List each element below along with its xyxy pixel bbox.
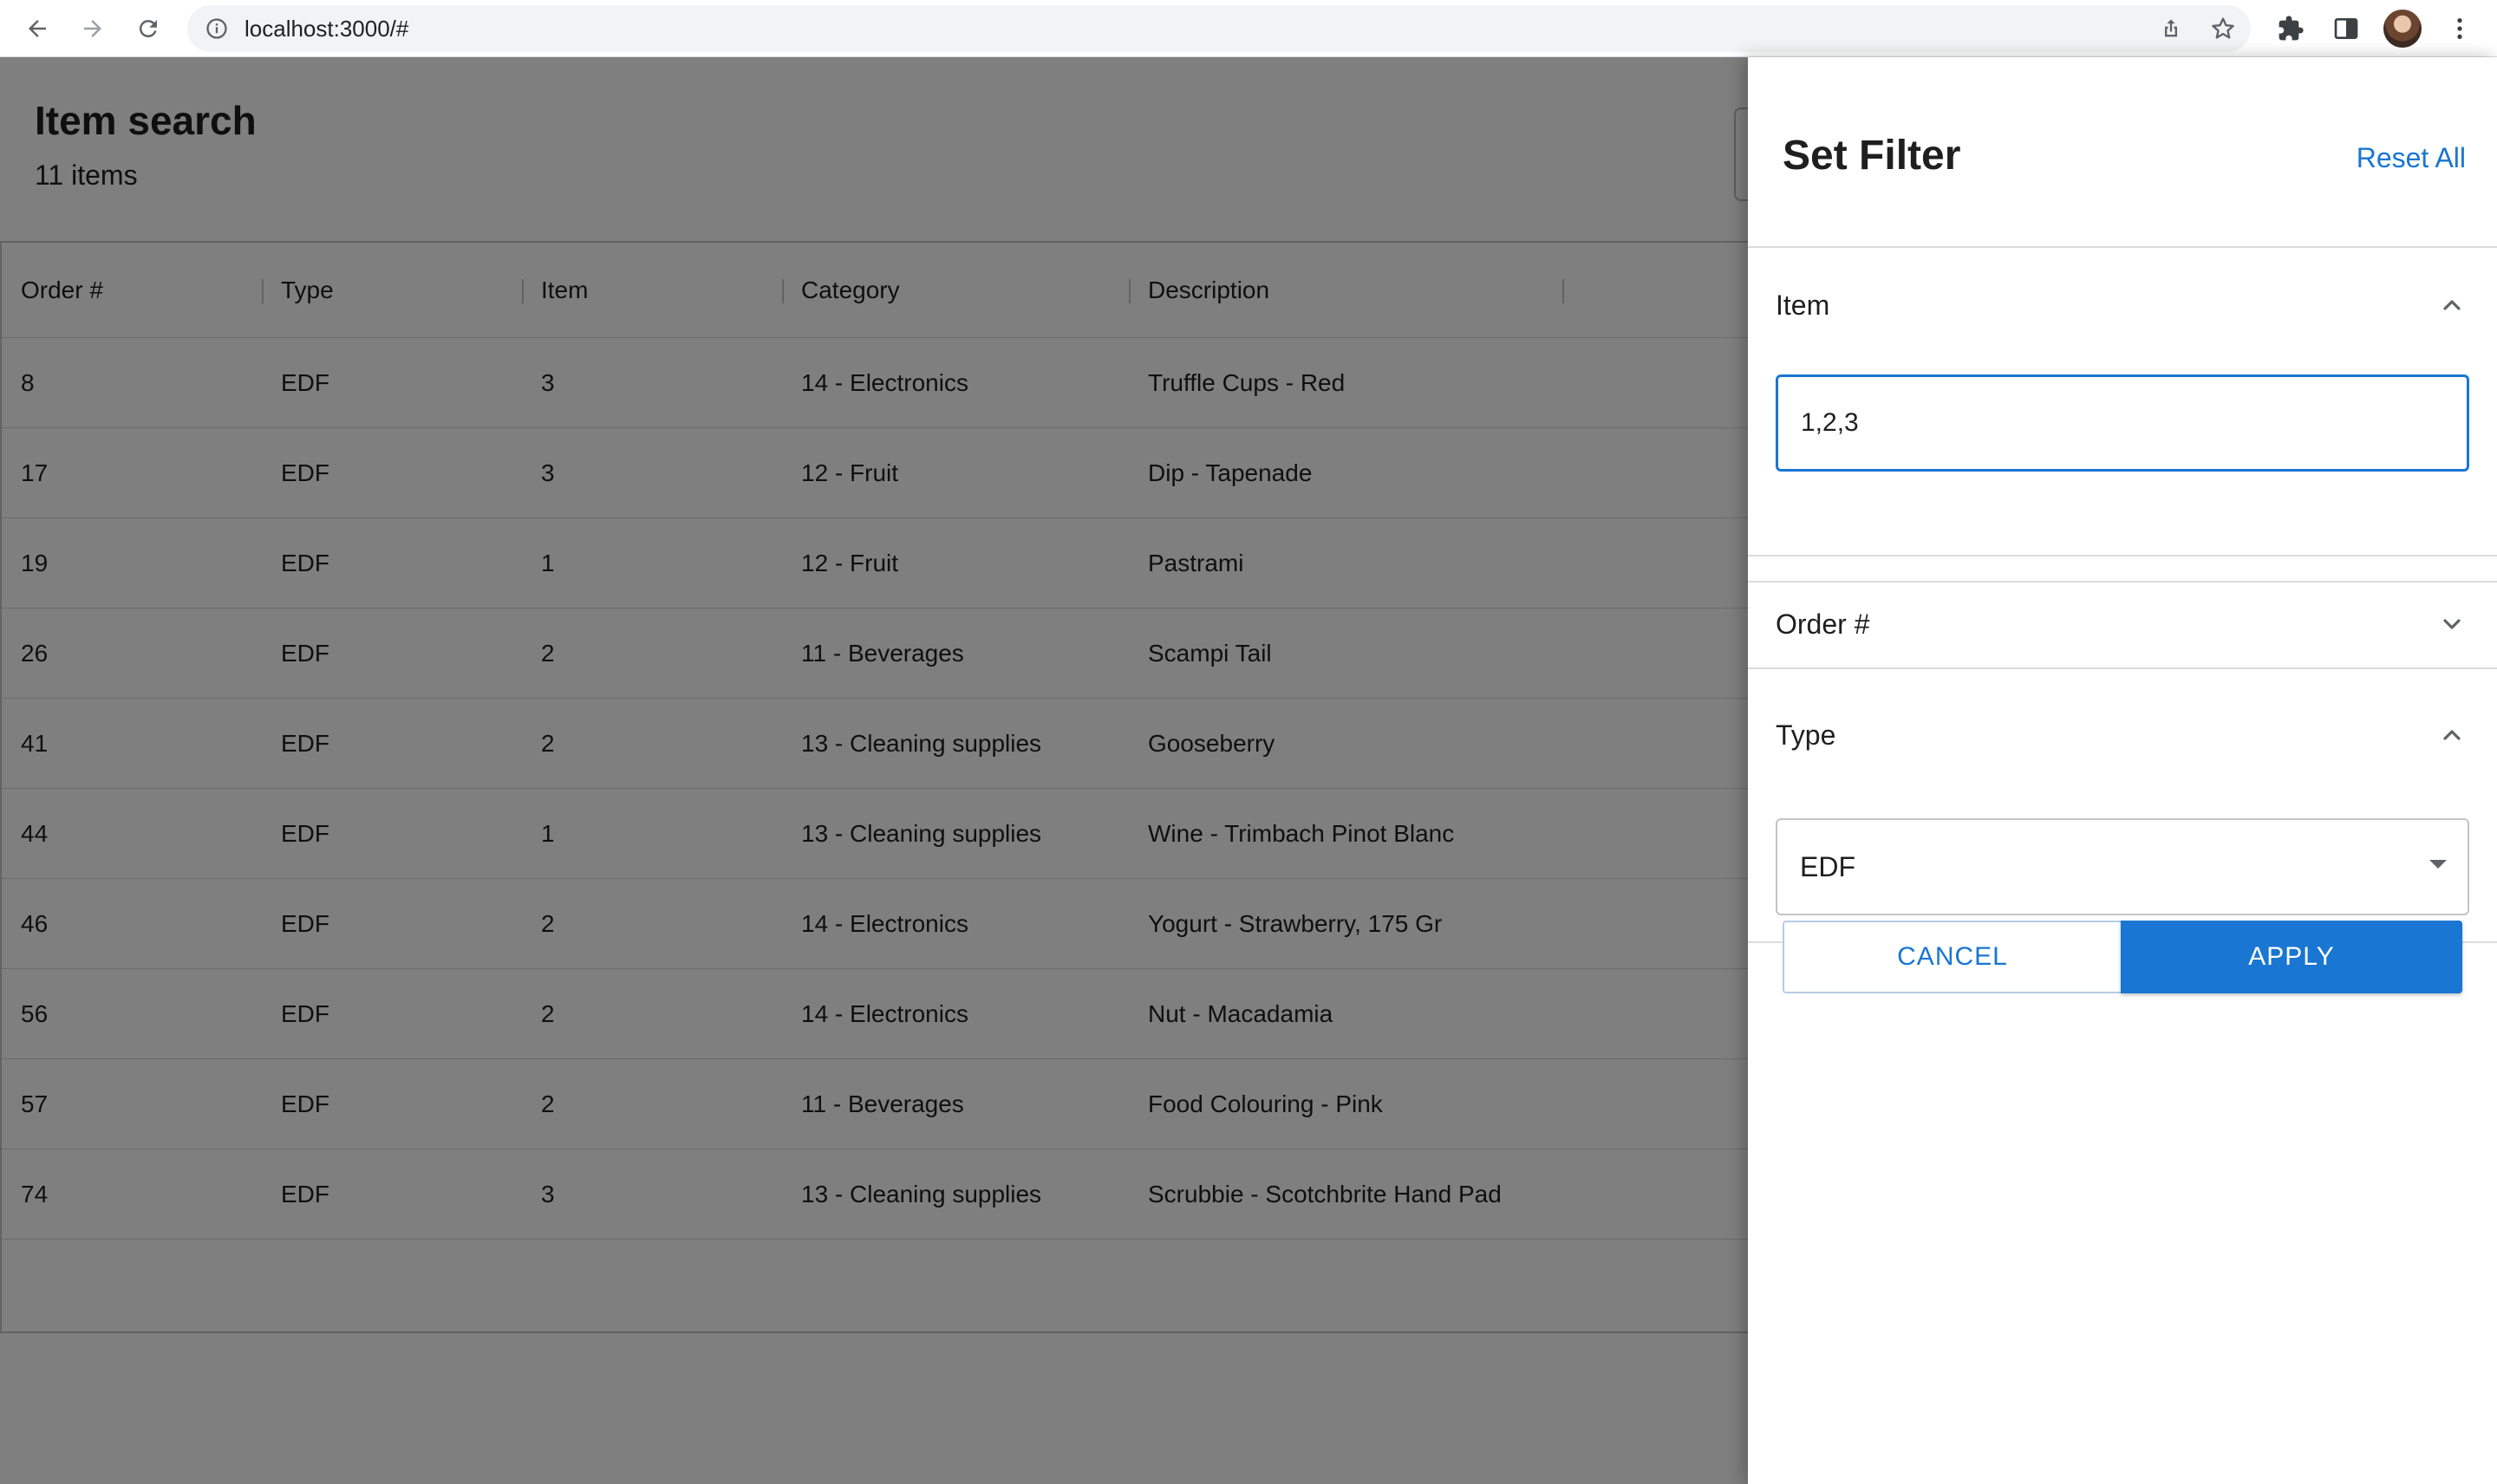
side-panel-icon[interactable] [2330,12,2363,45]
filter-section-item: Item [1748,262,2497,556]
filter-section-type: Type EDF [1748,692,2497,943]
chevron-up-icon [2443,730,2461,740]
divider [1748,246,2497,248]
dropdown-caret-icon [2429,860,2447,869]
info-icon[interactable] [205,16,229,41]
url-text[interactable]: localhost:3000/# [244,5,408,52]
kebab-menu-icon[interactable] [2443,12,2476,45]
forward-arrow-icon[interactable] [73,9,113,49]
filter-section-item-header[interactable]: Item [1748,262,2497,348]
address-bar[interactable]: localhost:3000/# [187,5,2251,52]
filter-section-order: Order # [1748,581,2497,669]
filter-section-type-header[interactable]: Type [1748,692,2497,778]
reset-all-link[interactable]: Reset All [2357,142,2466,174]
filter-section-label: Item [1776,290,1830,321]
cancel-button[interactable]: CANCEL [1783,921,2122,993]
back-arrow-icon[interactable] [17,9,57,49]
chevron-down-icon [2443,619,2461,629]
share-icon[interactable] [2159,16,2183,41]
puzzle-icon[interactable] [2274,12,2307,45]
avatar[interactable] [2383,10,2422,48]
item-filter-input[interactable] [1776,374,2469,472]
modal-backdrop[interactable] [0,57,1748,1484]
drawer-title: Set Filter [1783,133,1961,179]
filter-section-order-header[interactable]: Order # [1748,581,2497,667]
filter-section-label: Type [1776,719,1836,751]
filter-drawer: Set Filter Reset All Item Order # Type [1748,57,2497,1484]
chevron-up-icon [2443,300,2461,310]
app-root: Item search 11 items Order # Type Item C… [0,57,2497,1484]
type-select[interactable]: EDF [1776,818,2469,915]
type-select-value: EDF [1800,851,1855,882]
browser-toolbar: localhost:3000/# [0,0,2497,57]
reload-icon[interactable] [128,9,168,49]
divider [1748,667,2497,669]
apply-button[interactable]: APPLY [2121,921,2462,993]
star-icon[interactable] [2209,15,2237,42]
filter-section-label: Order # [1776,609,1870,640]
divider [1748,555,2497,556]
